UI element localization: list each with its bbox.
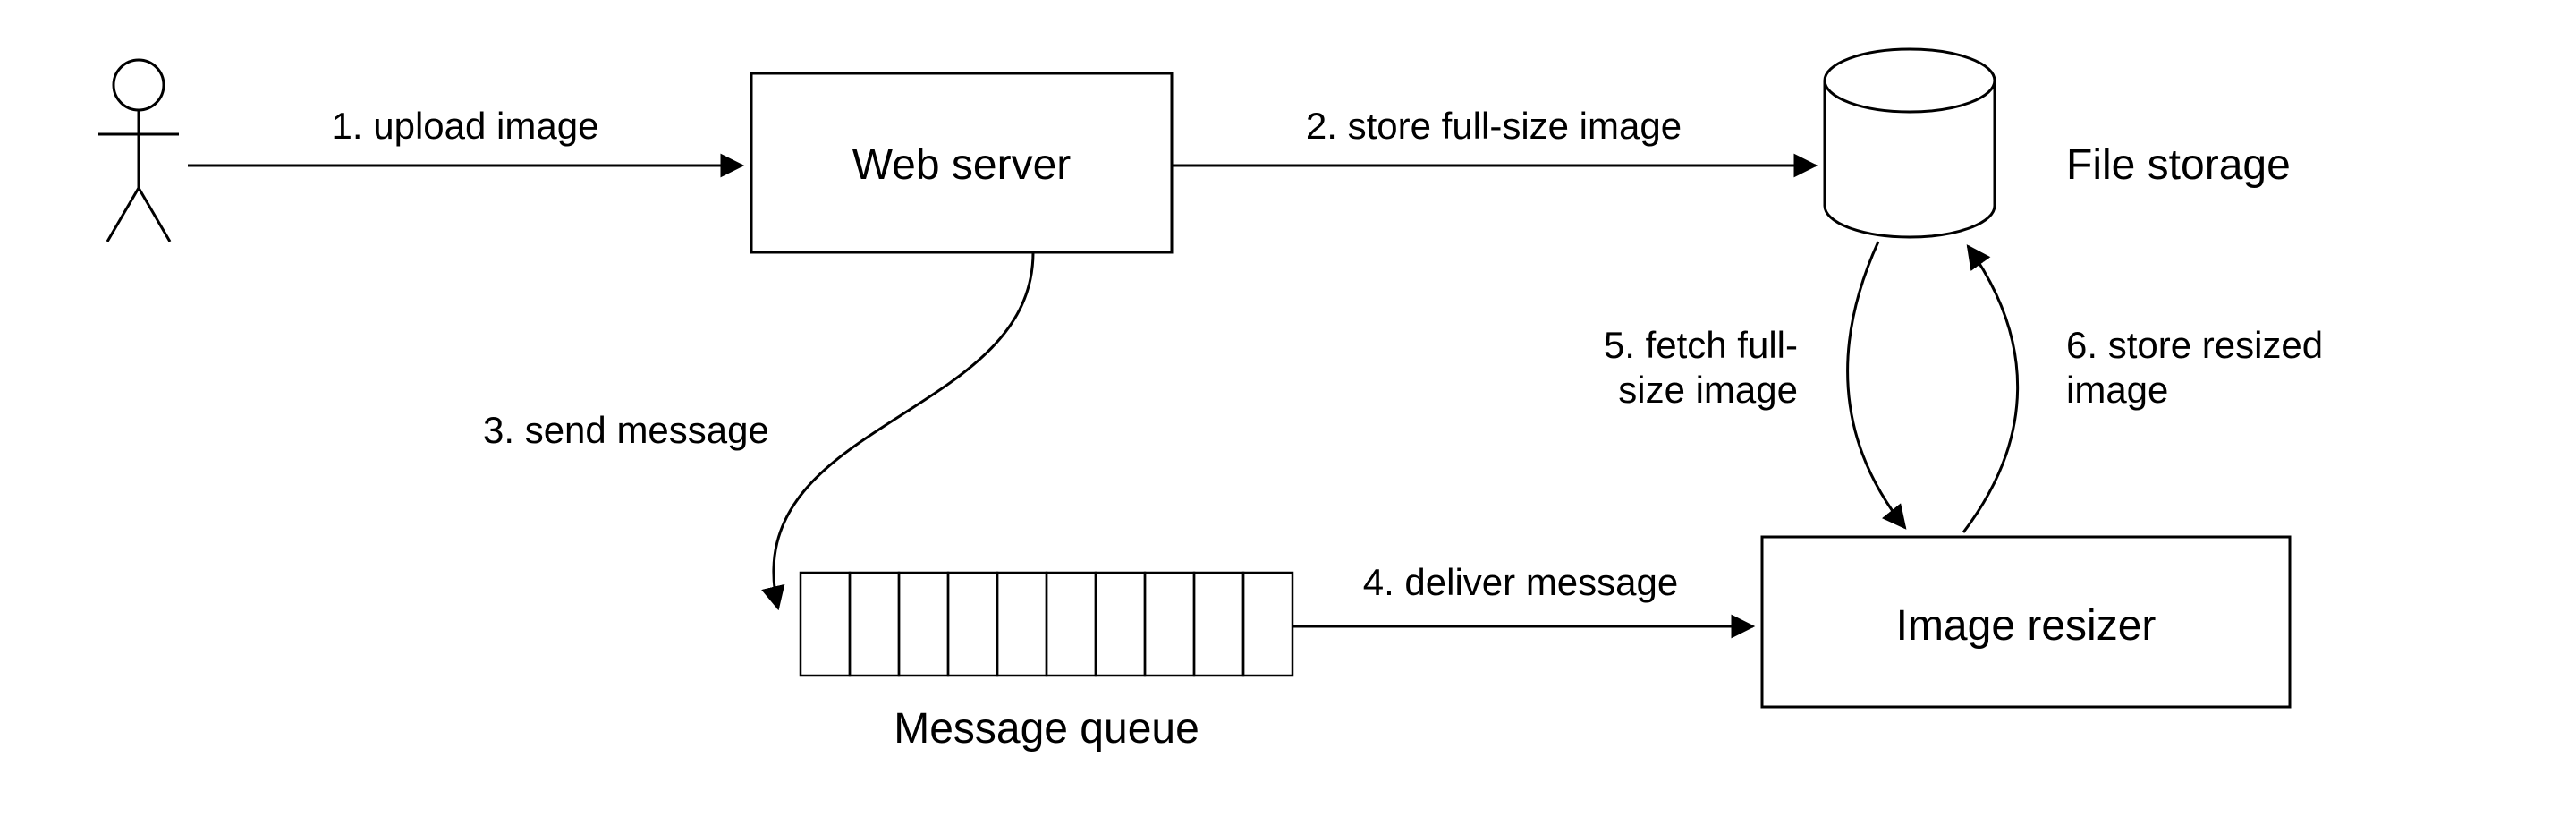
message-queue-label: Message queue [894, 705, 1199, 753]
image-resizer-label: Image resizer [1896, 602, 2157, 650]
edge-fetch-label-line1: 5. fetch full- [1604, 324, 1798, 366]
edge-deliver-label: 4. deliver message [1363, 561, 1679, 603]
file-storage-node: File storage [1825, 49, 2291, 237]
edge-store-label: 2. store full-size image [1306, 105, 1682, 147]
edge-upload-label: 1. upload image [332, 105, 599, 147]
web-server-label: Web server [852, 141, 1072, 189]
file-storage-label: File storage [2066, 141, 2291, 189]
edge-deliver-message: 4. deliver message [1292, 561, 1753, 626]
edge-upload-image: 1. upload image [188, 105, 742, 166]
edge-fetch-label-line2: size image [1618, 369, 1798, 411]
message-queue-node: Message queue [801, 573, 1292, 753]
edge-storeres-label-line2: image [2066, 369, 2168, 411]
edge-send-message: 3. send message [483, 252, 1033, 608]
edge-store-resized: 6. store resized image [1963, 246, 2323, 532]
user-actor-icon [98, 60, 179, 242]
image-resizer-node: Image resizer [1762, 537, 2290, 707]
database-icon [1825, 49, 1995, 237]
edge-storeres-label-line1: 6. store resized [2066, 324, 2323, 366]
architecture-diagram: Web server File storage Message queue [0, 0, 2576, 825]
edge-send-label: 3. send message [483, 409, 769, 451]
edge-store-full-size: 2. store full-size image [1172, 105, 1816, 166]
queue-icon [801, 573, 1292, 676]
web-server-node: Web server [751, 73, 1172, 252]
edge-fetch-full-size: 5. fetch full- size image [1604, 242, 1905, 528]
